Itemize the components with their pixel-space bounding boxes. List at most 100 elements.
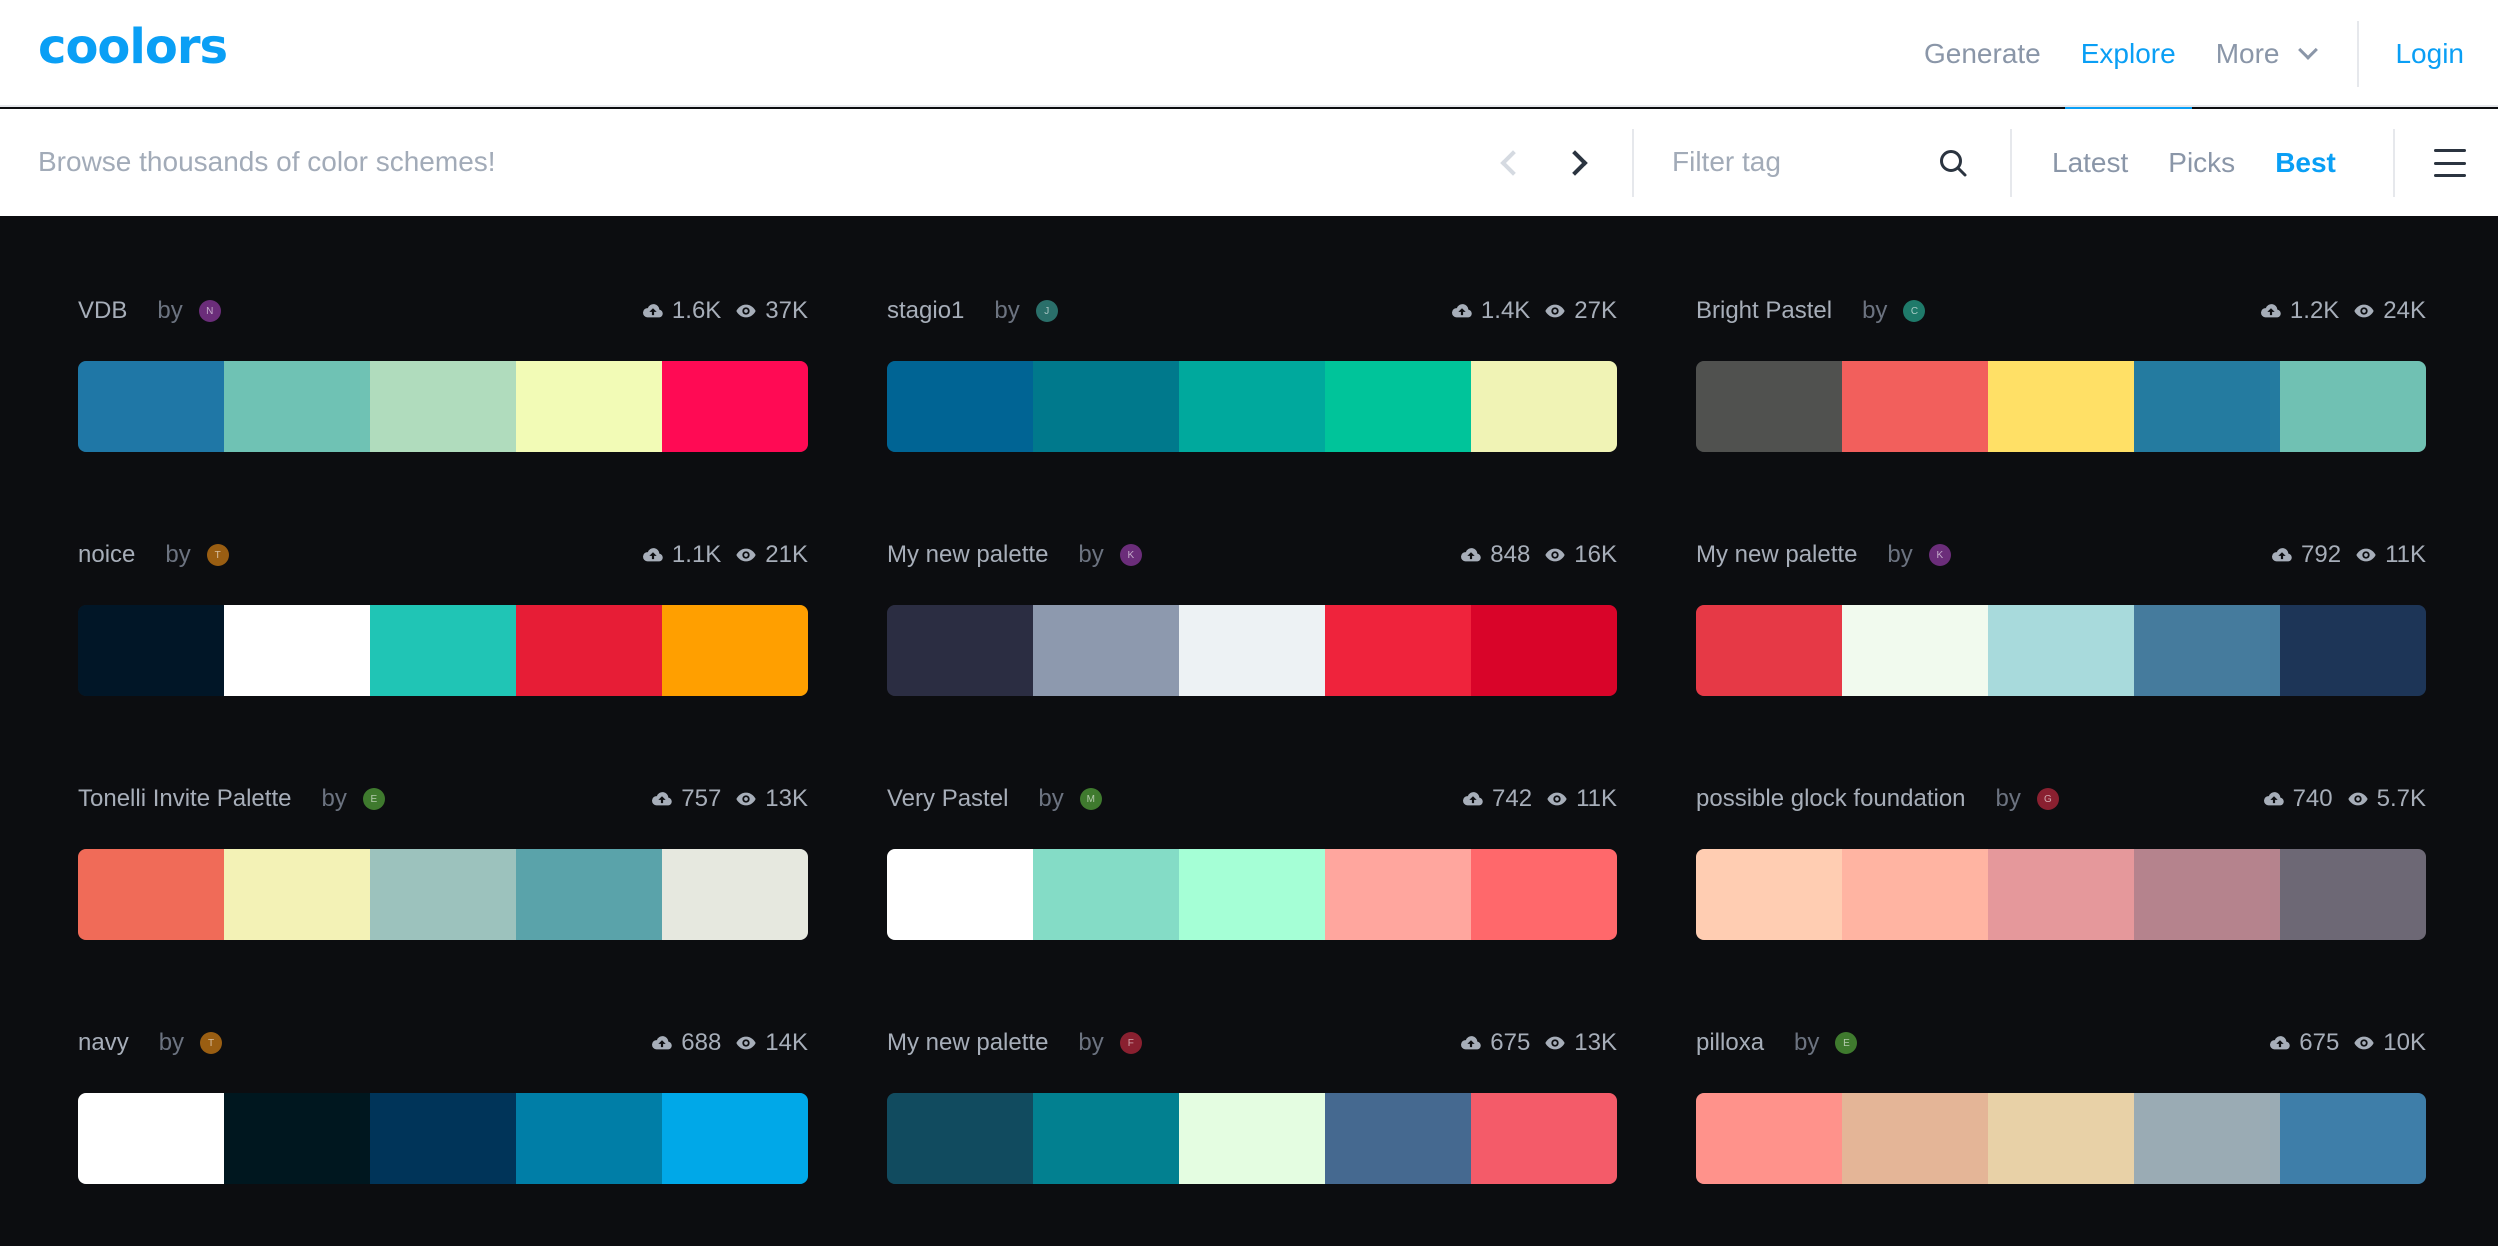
author-avatar[interactable]: E (1835, 1032, 1858, 1054)
palette-swatches[interactable] (887, 1093, 1617, 1184)
sort-tab-latest[interactable]: Latest (2052, 147, 2128, 179)
color-swatch[interactable] (1696, 849, 1842, 940)
color-swatch[interactable] (224, 605, 370, 696)
palette-name[interactable]: pilloxa (1696, 1029, 1764, 1057)
color-swatch[interactable] (1471, 1093, 1617, 1184)
palette-name[interactable]: Tonelli Invite Palette (78, 785, 291, 813)
palette-swatches[interactable] (1696, 849, 2426, 940)
search-icon[interactable] (1938, 148, 1968, 178)
color-swatch[interactable] (662, 605, 808, 696)
color-swatch[interactable] (887, 1093, 1033, 1184)
palette-swatches[interactable] (1696, 605, 2426, 696)
author-avatar[interactable]: N (198, 300, 221, 322)
color-swatch[interactable] (1988, 361, 2134, 452)
nav-more[interactable]: More (2200, 0, 2332, 107)
palette-name[interactable]: My new palette (887, 1029, 1048, 1057)
palette-name[interactable]: Bright Pastel (1696, 297, 1832, 325)
color-swatch[interactable] (2280, 361, 2426, 452)
color-swatch[interactable] (1471, 361, 1617, 452)
color-swatch[interactable] (2280, 849, 2426, 940)
color-swatch[interactable] (1696, 361, 1842, 452)
color-swatch[interactable] (1033, 605, 1179, 696)
author-avatar[interactable]: G (2036, 788, 2059, 810)
author-avatar[interactable]: K (1119, 544, 1142, 566)
color-swatch[interactable] (224, 1093, 370, 1184)
palette-name[interactable]: Very Pastel (887, 785, 1008, 813)
palette-swatches[interactable] (78, 605, 808, 696)
color-swatch[interactable] (2134, 361, 2280, 452)
chevron-left-icon[interactable] (1500, 149, 1526, 176)
login-link[interactable]: Login (2383, 0, 2498, 107)
color-swatch[interactable] (1033, 361, 1179, 452)
color-swatch[interactable] (887, 849, 1033, 940)
color-swatch[interactable] (1033, 849, 1179, 940)
color-swatch[interactable] (887, 605, 1033, 696)
palette-swatches[interactable] (78, 849, 808, 940)
author-avatar[interactable]: M (1079, 788, 1102, 810)
color-swatch[interactable] (1842, 605, 1988, 696)
author-avatar[interactable]: T (206, 544, 229, 566)
hamburger-menu-icon[interactable] (2434, 149, 2466, 177)
search-input[interactable] (38, 137, 1038, 187)
sort-tab-best[interactable]: Best (2275, 147, 2336, 179)
color-swatch[interactable] (370, 605, 516, 696)
color-swatch[interactable] (1033, 1093, 1179, 1184)
color-swatch[interactable] (1325, 849, 1471, 940)
color-swatch[interactable] (1988, 1093, 2134, 1184)
color-swatch[interactable] (1179, 849, 1325, 940)
color-swatch[interactable] (516, 361, 662, 452)
color-swatch[interactable] (224, 849, 370, 940)
color-swatch[interactable] (1842, 1093, 1988, 1184)
color-swatch[interactable] (78, 361, 224, 452)
color-swatch[interactable] (1696, 1093, 1842, 1184)
palette-name[interactable]: noice (78, 541, 135, 569)
palette-swatches[interactable] (78, 361, 808, 452)
color-swatch[interactable] (370, 1093, 516, 1184)
palette-name[interactable]: My new palette (1696, 541, 1857, 569)
color-swatch[interactable] (516, 849, 662, 940)
palette-name[interactable]: VDB (78, 297, 127, 325)
color-swatch[interactable] (1179, 605, 1325, 696)
palette-swatches[interactable] (1696, 361, 2426, 452)
color-swatch[interactable] (516, 1093, 662, 1184)
coolors-logo[interactable]: coolors (38, 22, 228, 72)
palette-name[interactable]: My new palette (887, 541, 1048, 569)
palette-swatches[interactable] (887, 361, 1617, 452)
color-swatch[interactable] (1988, 849, 2134, 940)
author-avatar[interactable]: F (1119, 1032, 1142, 1054)
palette-swatches[interactable] (78, 1093, 808, 1184)
color-swatch[interactable] (887, 361, 1033, 452)
palette-swatches[interactable] (1696, 1093, 2426, 1184)
color-swatch[interactable] (2280, 605, 2426, 696)
color-swatch[interactable] (370, 849, 516, 940)
color-swatch[interactable] (78, 849, 224, 940)
color-swatch[interactable] (1696, 605, 1842, 696)
color-swatch[interactable] (1179, 361, 1325, 452)
author-avatar[interactable]: T (200, 1032, 223, 1054)
author-avatar[interactable]: C (1903, 300, 1926, 322)
color-swatch[interactable] (78, 1093, 224, 1184)
chevron-right-icon[interactable] (1562, 149, 1588, 176)
palette-swatches[interactable] (887, 605, 1617, 696)
author-avatar[interactable]: J (1035, 300, 1058, 322)
color-swatch[interactable] (2134, 605, 2280, 696)
color-swatch[interactable] (78, 605, 224, 696)
nav-generate[interactable]: Generate (1908, 0, 2057, 107)
color-swatch[interactable] (1842, 361, 1988, 452)
color-swatch[interactable] (516, 605, 662, 696)
palette-name[interactable]: stagio1 (887, 297, 964, 325)
color-swatch[interactable] (1988, 605, 2134, 696)
author-avatar[interactable]: E (362, 788, 385, 810)
color-swatch[interactable] (662, 849, 808, 940)
sort-tab-picks[interactable]: Picks (2168, 147, 2235, 179)
author-avatar[interactable]: K (1928, 544, 1951, 566)
palette-name[interactable]: possible glock foundation (1696, 785, 1966, 813)
color-swatch[interactable] (2134, 849, 2280, 940)
color-swatch[interactable] (1325, 1093, 1471, 1184)
color-swatch[interactable] (2134, 1093, 2280, 1184)
color-swatch[interactable] (1325, 361, 1471, 452)
palette-swatches[interactable] (887, 849, 1617, 940)
color-swatch[interactable] (1179, 1093, 1325, 1184)
color-swatch[interactable] (1471, 849, 1617, 940)
color-swatch[interactable] (224, 361, 370, 452)
